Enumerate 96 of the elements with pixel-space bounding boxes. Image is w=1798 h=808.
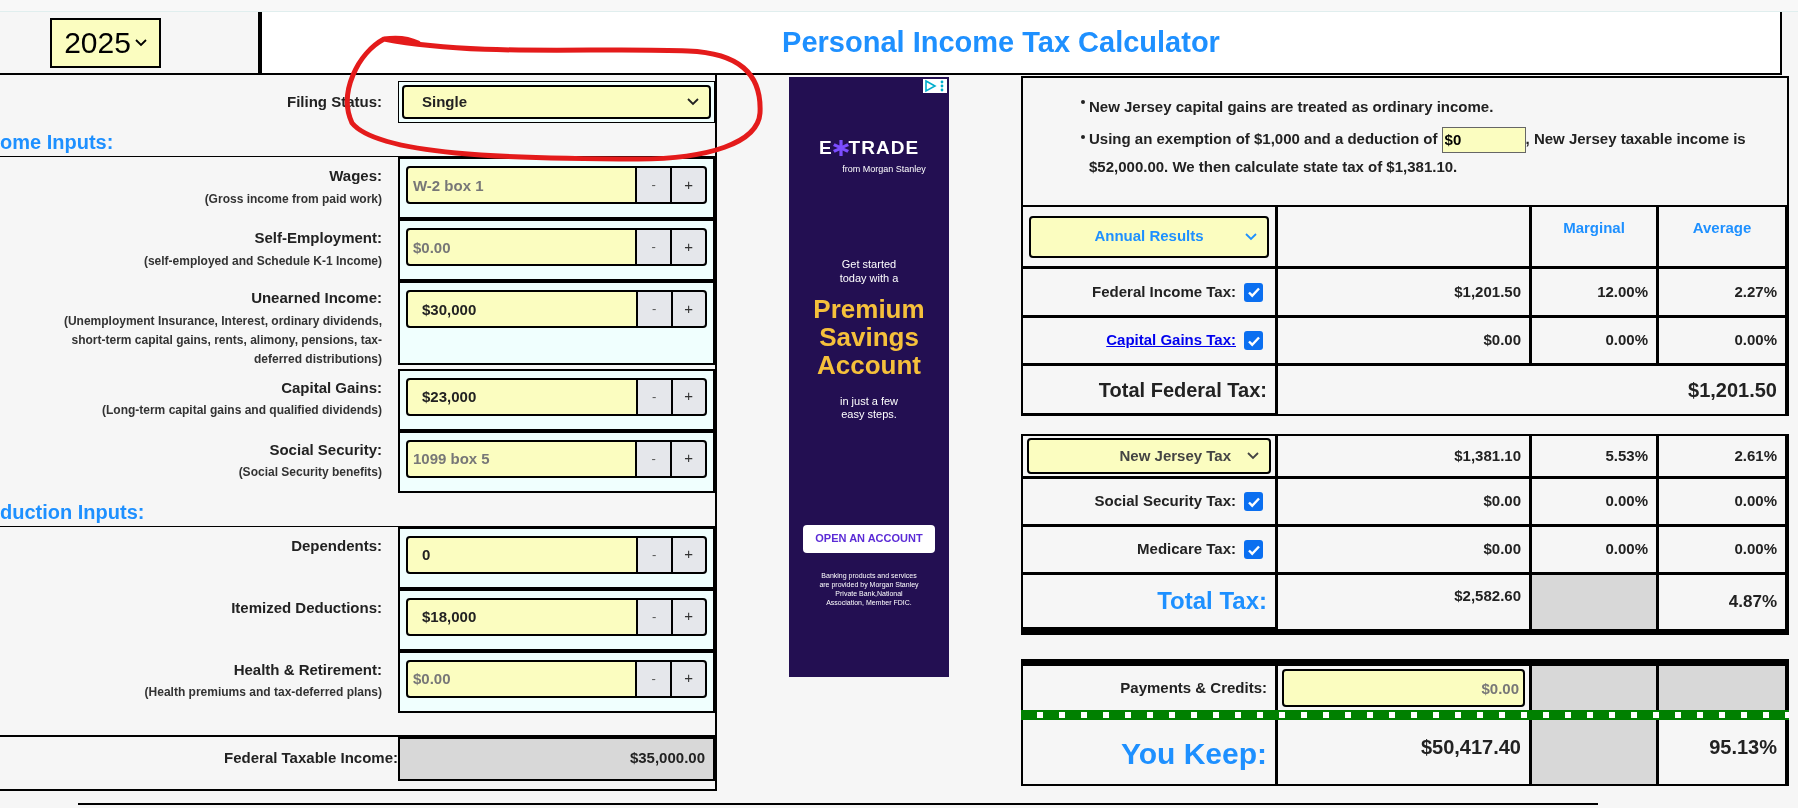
checkbox[interactable] xyxy=(1244,331,1263,350)
bullet-icon xyxy=(1081,100,1085,104)
increment-button[interactable]: + xyxy=(672,439,707,478)
checkbox[interactable] xyxy=(1244,282,1263,302)
note-text: Using an exemption of $1,000 and a deduction of $0 , New Jersey taxable income is $52,000.00. We then calculate state tax of $1,381.10. xyxy=(1089,124,1779,180)
decrement-button[interactable]: - xyxy=(637,166,673,204)
ad-intro: Get started today with a xyxy=(838,256,900,285)
average-rate: 0.00% xyxy=(1734,491,1777,512)
increment-button[interactable]: + xyxy=(672,228,707,266)
increment-button[interactable]: + xyxy=(672,659,707,698)
increment-button[interactable]: + xyxy=(672,535,707,574)
field-hint: (Unemployment Insurance, Interest, ordinary dividends, short-term capital gains, rents, alimony, pensions, tax-deferred distributions) xyxy=(62,312,382,368)
marginal-rate: 0.00% xyxy=(1605,491,1648,512)
amount-field[interactable]: $30,000 xyxy=(406,290,638,328)
section-heading: ome Inputs: xyxy=(0,130,114,155)
average-rate: 0.00% xyxy=(1734,539,1777,560)
payments-field[interactable]: $0.00 xyxy=(1282,669,1525,707)
marginal-rate: 0.00% xyxy=(1605,330,1648,351)
page-title: Personal Income Tax Calculator xyxy=(782,24,1220,60)
state-select[interactable]: New Jersey Tax xyxy=(1027,438,1271,474)
column-header: Marginal xyxy=(1563,218,1625,238)
field-label: Self-Employment: xyxy=(254,228,382,248)
marginal-rate: 12.00% xyxy=(1597,281,1648,302)
decrement-button[interactable]: - xyxy=(638,535,673,574)
tax-amount: $0.00 xyxy=(1483,330,1521,351)
marginal-rate: 0.00% xyxy=(1605,539,1648,560)
note-text: New Jersey capital gains are treated as ordinary income. xyxy=(1089,97,1494,117)
field-label: Dependents: xyxy=(291,535,382,556)
filing-status-select[interactable]: Single xyxy=(402,85,711,119)
brand-logo: E TRADE xyxy=(818,136,920,160)
amount-field[interactable]: W-2 box 1 xyxy=(406,166,638,204)
checkbox[interactable] xyxy=(1244,492,1263,511)
increment-button[interactable]: + xyxy=(672,597,707,636)
chevron-down-icon xyxy=(134,38,147,47)
play-triangle-icon[interactable] xyxy=(923,79,937,93)
amount-field[interactable]: $0.00 xyxy=(406,659,638,698)
chevron-down-icon xyxy=(687,98,699,106)
amount-field[interactable]: 1099 box 5 xyxy=(406,439,638,478)
average-rate: 4.87% xyxy=(1728,591,1777,614)
decrement-button[interactable]: - xyxy=(638,597,673,636)
column-header: Average xyxy=(1692,218,1752,238)
tax-amount: $0.00 xyxy=(1483,539,1521,560)
field-label: Unearned Income: xyxy=(251,288,382,308)
chevron-down-icon xyxy=(1245,232,1257,241)
marginal-rate: 5.53% xyxy=(1605,445,1648,466)
field-label: Federal Taxable Income: xyxy=(224,747,398,768)
decrement-button[interactable]: - xyxy=(637,228,673,266)
ad-subline: in just a few easy steps. xyxy=(838,394,900,421)
open-account-button[interactable]: OPEN AN ACCOUNT xyxy=(803,524,935,553)
increment-button[interactable]: + xyxy=(672,377,707,416)
average-rate: 2.61% xyxy=(1734,445,1777,466)
field-label: Health & Retirement: xyxy=(233,659,382,680)
amount-field[interactable]: $0.00 xyxy=(406,228,638,266)
increment-button[interactable]: + xyxy=(672,290,707,328)
field-hint: (Long-term capital gains and qualified dividends) xyxy=(101,402,382,419)
average-rate: 2.27% xyxy=(1734,281,1777,302)
total-label: You Keep: xyxy=(1120,736,1267,772)
field-hint: (self-employed and Schedule K-1 Income) xyxy=(143,252,382,270)
tax-label: Social Security Tax: xyxy=(1094,491,1236,512)
year-select[interactable]: 2025 xyxy=(50,17,161,68)
total-amount: $1,201.50 xyxy=(1688,378,1777,403)
field-label: Social Security: xyxy=(269,439,382,460)
field-label: Payments & Credits: xyxy=(1120,677,1267,698)
increment-button[interactable]: + xyxy=(672,166,707,204)
tax-label: Federal Income Tax: xyxy=(1092,281,1236,302)
brand-tagline: from Morgan Stanley xyxy=(841,162,926,175)
decrement-button[interactable]: - xyxy=(637,659,673,698)
field-hint: (Health premiums and tax-deferred plans) xyxy=(144,684,382,701)
taxable-income-value: $35,000.00 xyxy=(398,736,715,781)
section-heading: duction Inputs: xyxy=(0,499,145,525)
average-rate: 95.13% xyxy=(1709,735,1777,760)
decrement-button[interactable]: - xyxy=(638,290,673,328)
chevron-down-icon xyxy=(1247,452,1259,460)
decrement-button[interactable]: - xyxy=(637,439,673,478)
amount-field[interactable]: $18,000 xyxy=(406,597,638,636)
amount-field[interactable]: $23,000 xyxy=(406,377,638,416)
field-label: Wages: xyxy=(329,166,382,186)
keep-amount: $50,417.40 xyxy=(1420,735,1521,760)
deduction-field[interactable]: $0 xyxy=(1441,126,1526,153)
average-rate: 0.00% xyxy=(1734,330,1777,351)
total-label: Total Tax: xyxy=(1157,586,1267,616)
tax-amount: $1,201.50 xyxy=(1454,281,1521,302)
ad-headline: Premium Savings Account xyxy=(812,294,926,379)
bullet-icon xyxy=(1081,134,1085,139)
decrement-button[interactable]: - xyxy=(638,377,673,416)
field-label: Capital Gains: xyxy=(281,377,382,398)
checkbox[interactable] xyxy=(1244,540,1263,559)
total-label: Total Federal Tax: xyxy=(1098,377,1267,403)
field-hint: (Social Security benefits) xyxy=(238,464,382,481)
field-label: Itemized Deductions: xyxy=(231,597,382,618)
amount-field[interactable]: 0 xyxy=(406,535,638,574)
tax-amount: $2,582.60 xyxy=(1454,586,1521,606)
field-hint: (Gross income from paid work) xyxy=(204,190,382,208)
tax-amount: $0.00 xyxy=(1483,491,1521,512)
tax-amount: $1,381.10 xyxy=(1454,445,1521,466)
tax-label: Medicare Tax: xyxy=(1137,539,1236,560)
